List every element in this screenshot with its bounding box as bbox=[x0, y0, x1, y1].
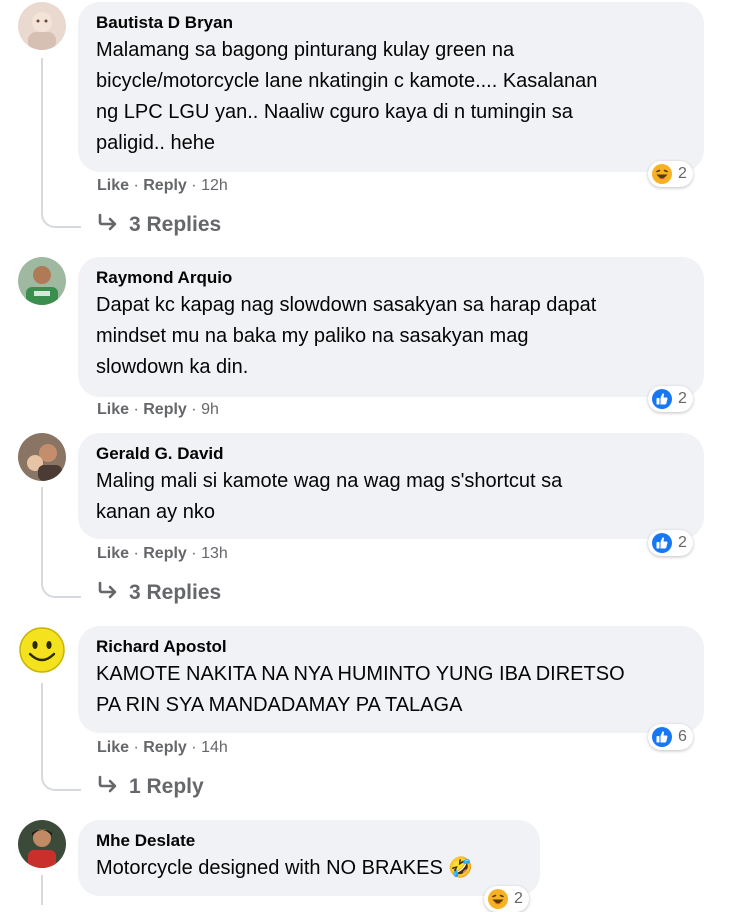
separator: · bbox=[191, 177, 197, 194]
reaction-count: 6 bbox=[678, 728, 687, 745]
thread-elbow bbox=[41, 570, 81, 598]
comment-author[interactable]: Raymond Arquio bbox=[96, 267, 686, 289]
thread-line bbox=[41, 487, 43, 570]
separator: · bbox=[133, 739, 139, 756]
comment-text: Maling mali si kamote wag na wag mag s's… bbox=[96, 470, 563, 523]
view-replies-button[interactable]: 1 Reply bbox=[97, 775, 204, 799]
like-link[interactable]: Like bbox=[97, 739, 129, 756]
separator: · bbox=[191, 739, 197, 756]
comment-time[interactable]: 14h bbox=[201, 739, 228, 756]
reaction-summary[interactable]: 2 bbox=[484, 886, 529, 912]
replies-label[interactable]: 3 Replies bbox=[129, 213, 221, 237]
reply-link[interactable]: Reply bbox=[143, 545, 187, 562]
reaction-summary[interactable]: 2 bbox=[648, 161, 693, 187]
comment-time[interactable]: 9h bbox=[201, 401, 219, 418]
comment-author[interactable]: Gerald G. David bbox=[96, 443, 686, 465]
avatar[interactable] bbox=[18, 2, 66, 50]
like-icon bbox=[651, 532, 673, 554]
view-replies-button[interactable]: 3 Replies bbox=[97, 213, 221, 237]
comment-actions: Like · Reply · 12h bbox=[97, 176, 228, 196]
comment-bubble: Gerald G. David Maling mali si kamote wa… bbox=[78, 433, 704, 539]
reaction-summary[interactable]: 2 bbox=[648, 530, 693, 556]
replies-label[interactable]: 1 Reply bbox=[129, 775, 204, 799]
comment-text-content: Motorcycle designed with NO BRAKES bbox=[96, 857, 443, 879]
reply-link[interactable]: Reply bbox=[143, 401, 187, 418]
separator: · bbox=[133, 177, 139, 194]
avatar[interactable] bbox=[18, 257, 66, 305]
comment-actions: Like · Reply · 9h bbox=[97, 400, 219, 420]
separator: · bbox=[191, 545, 197, 562]
comment-bubble: Mhe Deslate Motorcycle designed with NO … bbox=[78, 820, 540, 896]
thread-elbow bbox=[41, 200, 81, 228]
replies-label[interactable]: 3 Replies bbox=[129, 581, 221, 605]
comment-text: Malamang sa bagong pinturang kulay green… bbox=[96, 39, 598, 154]
comment-bubble: Raymond Arquio Dapat kc kapag nag slowdo… bbox=[78, 257, 704, 397]
reaction-summary[interactable]: 6 bbox=[648, 724, 693, 750]
like-link[interactable]: Like bbox=[97, 545, 129, 562]
reaction-count: 2 bbox=[678, 390, 687, 407]
comment-time[interactable]: 13h bbox=[201, 545, 228, 562]
reply-arrow-icon bbox=[97, 775, 119, 799]
comment-actions: Like · Reply · 13h bbox=[97, 544, 228, 564]
comment-bubble: Richard Apostol KAMOTE NAKITA NA NYA HUM… bbox=[78, 626, 704, 733]
comment-text: Dapat kc kapag nag slowdown sasakyan sa … bbox=[96, 294, 597, 378]
rolling-laughing-emoji: 🤣 bbox=[448, 857, 474, 879]
comment-bubble: Bautista D Bryan Malamang sa bagong pint… bbox=[78, 2, 704, 172]
reaction-count: 2 bbox=[678, 534, 687, 551]
reply-link[interactable]: Reply bbox=[143, 739, 187, 756]
comment-author[interactable]: Mhe Deslate bbox=[96, 830, 522, 852]
thread-line bbox=[41, 875, 43, 905]
reaction-count: 2 bbox=[514, 890, 523, 907]
haha-icon bbox=[651, 163, 673, 185]
thread-elbow bbox=[41, 763, 81, 791]
comment-text: KAMOTE NAKITA NA NYA HUMINTO YUNG IBA DI… bbox=[96, 663, 625, 716]
avatar[interactable] bbox=[18, 626, 66, 674]
like-link[interactable]: Like bbox=[97, 177, 129, 194]
comment-author[interactable]: Bautista D Bryan bbox=[96, 12, 686, 34]
avatar[interactable] bbox=[18, 820, 66, 868]
separator: · bbox=[133, 401, 139, 418]
reaction-count: 2 bbox=[678, 165, 687, 182]
comment-time[interactable]: 12h bbox=[201, 177, 228, 194]
separator: · bbox=[191, 401, 197, 418]
comment-text: Motorcycle designed with NO BRAKES 🤣 bbox=[96, 853, 522, 884]
reply-arrow-icon bbox=[97, 581, 119, 605]
comment-actions: Like · Reply · 14h bbox=[97, 738, 228, 758]
reply-arrow-icon bbox=[97, 213, 119, 237]
haha-icon bbox=[487, 888, 509, 910]
like-icon bbox=[651, 388, 673, 410]
avatar[interactable] bbox=[18, 433, 66, 481]
thread-line bbox=[41, 58, 43, 200]
view-replies-button[interactable]: 3 Replies bbox=[97, 581, 221, 605]
like-icon bbox=[651, 726, 673, 748]
reply-link[interactable]: Reply bbox=[143, 177, 187, 194]
reaction-summary[interactable]: 2 bbox=[648, 386, 693, 412]
comment-author[interactable]: Richard Apostol bbox=[96, 636, 686, 658]
like-link[interactable]: Like bbox=[97, 401, 129, 418]
thread-line bbox=[41, 683, 43, 763]
separator: · bbox=[133, 545, 139, 562]
